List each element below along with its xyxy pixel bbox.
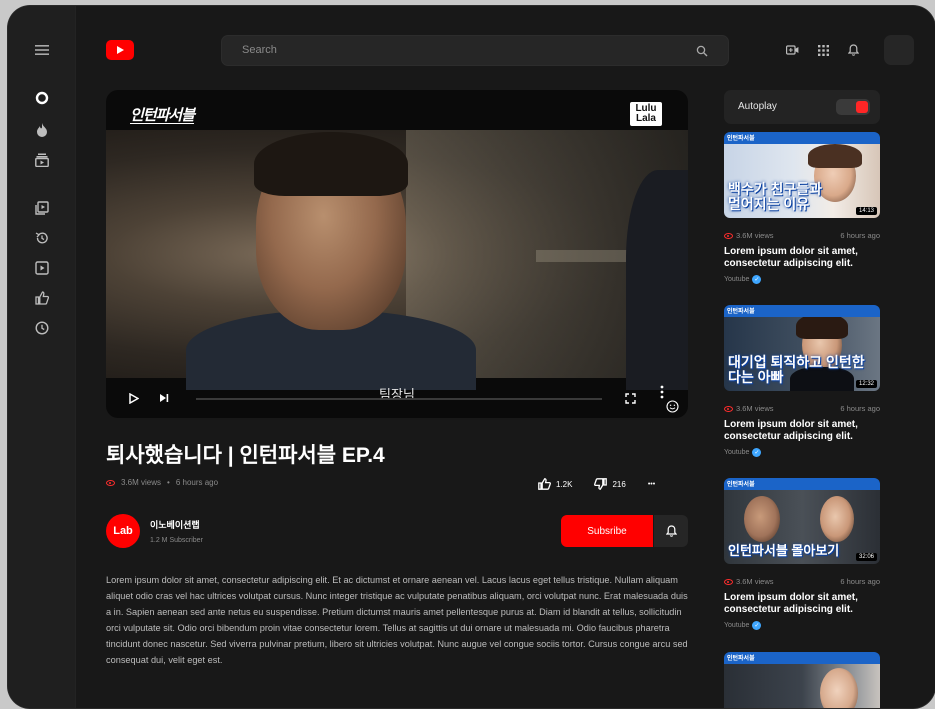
- bell-icon: [665, 525, 677, 537]
- card-title[interactable]: Lorem ipsum dolor sit amet, consectetur …: [724, 419, 880, 443]
- create-video-icon[interactable]: [783, 41, 801, 59]
- verified-icon: ✓: [752, 275, 762, 284]
- video-thumbnail[interactable]: 인턴파서블 백수가 친구들과 멀어지는 이유 14:13: [724, 132, 880, 218]
- video-thumbnail[interactable]: 인턴파서블: [724, 652, 880, 708]
- verified-icon: ✓: [752, 448, 762, 457]
- liked-videos-icon[interactable]: [32, 288, 52, 308]
- video-title: 퇴사했습니다 | 인턴파서블 EP.4: [106, 444, 385, 467]
- search-bar: [221, 35, 729, 66]
- notifications-bell-icon[interactable]: [844, 41, 862, 59]
- like-button[interactable]: 1.2K: [538, 478, 572, 490]
- video-duration: 12:32: [855, 380, 877, 388]
- card-time: 6 hours ago: [840, 577, 880, 586]
- youtube-logo[interactable]: [106, 40, 134, 60]
- meta-separator: •: [167, 478, 170, 487]
- thumb-caption: 대기업 퇴직하고 인턴한다는 아빠: [728, 354, 865, 385]
- next-icon[interactable]: [156, 390, 172, 406]
- card-channel[interactable]: Youtube: [724, 276, 749, 283]
- view-count: 3.6M views: [121, 478, 162, 487]
- card-channel[interactable]: Youtube: [724, 622, 749, 629]
- channel-logo-text: Lab: [113, 525, 133, 537]
- subscription-bell-button[interactable]: [654, 515, 688, 547]
- thumb-bar-text: 인턴파서블: [727, 136, 755, 142]
- video-duration: 14:13: [855, 207, 877, 215]
- history-icon[interactable]: [32, 228, 52, 248]
- nav-rail: [8, 6, 76, 708]
- views-eye-icon: [724, 232, 733, 239]
- watch-later-icon[interactable]: [32, 318, 52, 338]
- thumb-bar-text: 인턴파서블: [727, 656, 755, 662]
- video-meta: 3.6M views • 6 hours ago: [106, 478, 218, 487]
- views-eye-icon: [106, 479, 115, 486]
- channel-watermark: Lulu Lala: [630, 102, 662, 126]
- trending-icon[interactable]: [32, 120, 52, 140]
- show-title-overlay: 인턴파서블: [130, 107, 195, 124]
- search-icon[interactable]: [696, 44, 708, 62]
- emoji-icon[interactable]: [664, 398, 680, 414]
- thumbs-down-icon: [594, 478, 608, 490]
- recommended-video-card[interactable]: 인턴파서블 백수가 친구들과 멀어지는 이유 14:13 3.6M views …: [724, 132, 880, 284]
- channel-info: Lab 이노베이션랩 1.2 M Subscriber: [106, 514, 203, 548]
- subscriber-count: 1.2 M Subscriber: [150, 537, 203, 544]
- upload-time: 6 hours ago: [175, 478, 219, 487]
- card-title[interactable]: Lorem ipsum dolor sit amet, consectetur …: [724, 592, 880, 616]
- menu-icon[interactable]: [32, 40, 52, 60]
- main-area: 인턴파서블 Lulu Lala 팀장님: [76, 6, 935, 708]
- search-input[interactable]: [242, 44, 662, 56]
- subscriptions-icon[interactable]: [32, 150, 52, 170]
- more-actions-button[interactable]: •••: [648, 481, 655, 488]
- views-eye-icon: [724, 578, 733, 585]
- video-actions: 1.2K 216 •••: [538, 478, 677, 490]
- recommended-video-card[interactable]: 인턴파서블 인턴파서블 몰아보기 32:06 3.6M views 6 hour…: [724, 478, 880, 630]
- autoplay-row: Autoplay: [724, 90, 880, 124]
- video-duration: 32:06: [855, 553, 877, 561]
- video-frame: [106, 130, 688, 390]
- card-time: 6 hours ago: [840, 404, 880, 413]
- like-count: 1.2K: [556, 479, 573, 489]
- library-icon[interactable]: [32, 198, 52, 218]
- player-controls: [106, 378, 688, 418]
- card-views: 3.6M views: [736, 577, 774, 586]
- dislike-button[interactable]: 216: [594, 478, 626, 490]
- card-title[interactable]: Lorem ipsum dolor sit amet, consectetur …: [724, 246, 880, 270]
- user-avatar[interactable]: [884, 35, 914, 65]
- autoplay-label: Autoplay: [738, 101, 777, 112]
- app-window: 인턴파서블 Lulu Lala 팀장님: [8, 6, 935, 708]
- fullscreen-icon[interactable]: [622, 390, 638, 406]
- subscribe-button[interactable]: Subsribe: [561, 515, 653, 547]
- card-channel[interactable]: Youtube: [724, 449, 749, 456]
- apps-grid-icon[interactable]: [814, 41, 832, 59]
- more-actions-label: •••: [647, 480, 656, 488]
- thumbs-up-icon: [538, 478, 551, 490]
- progress-bar[interactable]: [196, 398, 602, 400]
- channel-name[interactable]: 이노베이션랩: [150, 518, 203, 531]
- card-views: 3.6M views: [736, 404, 774, 413]
- card-time: 6 hours ago: [840, 231, 880, 240]
- play-icon[interactable]: [126, 390, 142, 406]
- autoplay-toggle[interactable]: [836, 99, 870, 115]
- thumb-caption: 백수가 친구들과 멀어지는 이유: [728, 181, 823, 212]
- thumb-bar-text: 인턴파서블: [727, 309, 755, 315]
- your-videos-icon[interactable]: [32, 258, 52, 278]
- home-icon[interactable]: [32, 88, 52, 108]
- video-player[interactable]: 인턴파서블 Lulu Lala 팀장님: [106, 90, 688, 418]
- recommendations-panel: Autoplay 인턴파서블 백수가 친구들과 멀어지는 이유 14:13 3.…: [724, 90, 880, 708]
- video-thumbnail[interactable]: 인턴파서블 인턴파서블 몰아보기 32:06: [724, 478, 880, 564]
- dislike-count: 216: [612, 479, 626, 489]
- channel-logo[interactable]: Lab: [106, 514, 140, 548]
- recommended-video-card[interactable]: 인턴파서블 대기업 퇴직하고 인턴한다는 아빠 12:32 3.6M views…: [724, 305, 880, 457]
- views-eye-icon: [724, 405, 733, 412]
- recommended-video-card[interactable]: 인턴파서블: [724, 652, 880, 708]
- video-thumbnail[interactable]: 인턴파서블 대기업 퇴직하고 인턴한다는 아빠 12:32: [724, 305, 880, 391]
- video-description: Lorem ipsum dolor sit amet, consectetur …: [106, 575, 688, 665]
- verified-icon: ✓: [752, 621, 762, 630]
- thumb-bar-text: 인턴파서블: [727, 482, 755, 488]
- card-views: 3.6M views: [736, 231, 774, 240]
